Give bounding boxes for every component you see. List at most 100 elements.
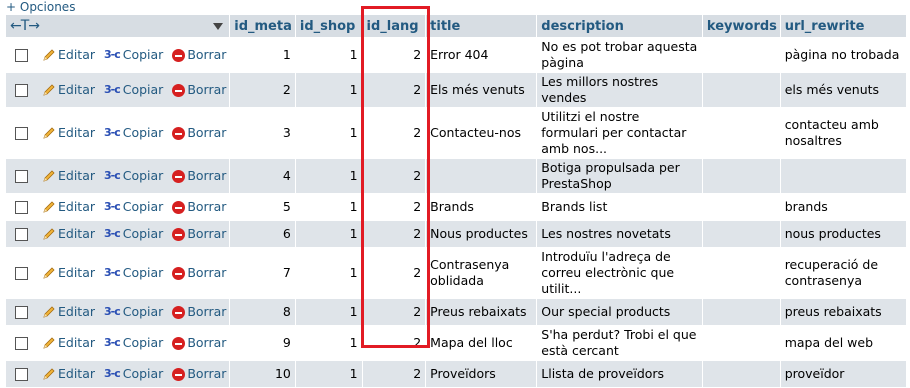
cell-id-lang[interactable]: 2 bbox=[362, 194, 426, 220]
cell-description[interactable]: No es pot trobar aquesta pàgina bbox=[537, 38, 702, 72]
edit-button[interactable]: Editar bbox=[42, 335, 99, 350]
cell-id-meta[interactable]: 6 bbox=[230, 221, 295, 247]
column-resize-control[interactable]: ←T→ bbox=[6, 15, 230, 37]
edit-button[interactable]: Editar bbox=[42, 226, 99, 241]
row-checkbox[interactable] bbox=[15, 266, 28, 280]
column-arrows-icon[interactable]: ←T→ bbox=[10, 18, 40, 34]
cell-id-meta[interactable]: 9 bbox=[230, 326, 295, 360]
sort-dropdown-icon[interactable] bbox=[213, 23, 224, 30]
cell-title[interactable]: Error 404 bbox=[426, 38, 537, 72]
cell-id-lang[interactable]: 2 bbox=[362, 159, 426, 193]
cell-url-rewrite[interactable]: mapa del web bbox=[780, 326, 906, 360]
cell-keywords[interactable] bbox=[702, 108, 780, 158]
delete-button[interactable]: Borrar bbox=[172, 304, 226, 319]
edit-button[interactable]: Editar bbox=[42, 125, 99, 140]
cell-description[interactable]: Utilitzi el nostre formulari per contact… bbox=[537, 108, 702, 158]
cell-url-rewrite[interactable]: nous productes bbox=[780, 221, 906, 247]
cell-id-lang[interactable]: 2 bbox=[362, 248, 426, 298]
edit-button[interactable]: Editar bbox=[42, 366, 99, 381]
cell-id-meta[interactable]: 7 bbox=[230, 248, 295, 298]
edit-button[interactable]: Editar bbox=[42, 304, 99, 319]
cell-id-shop[interactable]: 1 bbox=[295, 361, 362, 387]
options-link[interactable]: + Opciones bbox=[6, 0, 75, 14]
cell-keywords[interactable] bbox=[702, 221, 780, 247]
cell-url-rewrite[interactable]: recuperació de contrasenya bbox=[780, 248, 906, 298]
cell-description[interactable]: Botiga propulsada per PrestaShop bbox=[537, 159, 702, 193]
delete-button[interactable]: Borrar bbox=[172, 199, 226, 214]
cell-id-meta[interactable]: 3 bbox=[230, 108, 295, 158]
cell-title[interactable]: Contrasenya oblidada bbox=[426, 248, 537, 298]
row-checkbox[interactable] bbox=[15, 200, 28, 214]
delete-button[interactable]: Borrar bbox=[172, 47, 226, 62]
header-id-meta[interactable]: id_meta bbox=[230, 15, 295, 37]
copy-button[interactable]: 3-c Copiar bbox=[104, 304, 167, 319]
row-checkbox[interactable] bbox=[15, 367, 28, 381]
copy-button[interactable]: 3-c Copiar bbox=[104, 82, 167, 97]
row-checkbox[interactable] bbox=[15, 48, 28, 62]
cell-id-lang[interactable]: 2 bbox=[362, 326, 426, 360]
row-checkbox[interactable] bbox=[15, 126, 28, 140]
cell-id-meta[interactable]: 8 bbox=[230, 299, 295, 325]
cell-id-meta[interactable]: 10 bbox=[230, 361, 295, 387]
row-checkbox[interactable] bbox=[15, 336, 28, 350]
cell-title[interactable]: Contacteu-nos bbox=[426, 108, 537, 158]
cell-id-lang[interactable]: 2 bbox=[362, 73, 426, 107]
header-description[interactable]: description bbox=[537, 15, 702, 37]
header-url-rewrite[interactable]: url_rewrite bbox=[780, 15, 906, 37]
cell-keywords[interactable] bbox=[702, 38, 780, 72]
cell-id-shop[interactable]: 1 bbox=[295, 299, 362, 325]
cell-description[interactable]: Llista de proveïdors bbox=[537, 361, 702, 387]
cell-id-meta[interactable]: 4 bbox=[230, 159, 295, 193]
cell-id-meta[interactable]: 5 bbox=[230, 194, 295, 220]
edit-button[interactable]: Editar bbox=[42, 199, 99, 214]
cell-id-lang[interactable]: 2 bbox=[362, 38, 426, 72]
cell-id-lang[interactable]: 2 bbox=[362, 361, 426, 387]
edit-button[interactable]: Editar bbox=[42, 82, 99, 97]
cell-url-rewrite[interactable]: proveïdor bbox=[780, 361, 906, 387]
delete-button[interactable]: Borrar bbox=[172, 125, 226, 140]
cell-url-rewrite[interactable]: pàgina no trobada bbox=[780, 38, 906, 72]
copy-button[interactable]: 3-c Copiar bbox=[104, 335, 167, 350]
cell-keywords[interactable] bbox=[702, 361, 780, 387]
cell-id-shop[interactable]: 1 bbox=[295, 73, 362, 107]
row-checkbox[interactable] bbox=[15, 227, 28, 241]
cell-id-meta[interactable]: 2 bbox=[230, 73, 295, 107]
row-checkbox[interactable] bbox=[15, 169, 28, 183]
edit-button[interactable]: Editar bbox=[42, 47, 99, 62]
cell-id-lang[interactable]: 2 bbox=[362, 108, 426, 158]
cell-url-rewrite[interactable]: preus rebaixats bbox=[780, 299, 906, 325]
cell-title[interactable]: Proveïdors bbox=[426, 361, 537, 387]
cell-keywords[interactable] bbox=[702, 194, 780, 220]
cell-id-lang[interactable]: 2 bbox=[362, 221, 426, 247]
cell-url-rewrite[interactable] bbox=[780, 159, 906, 193]
copy-button[interactable]: 3-c Copiar bbox=[104, 199, 167, 214]
edit-button[interactable]: Editar bbox=[42, 168, 99, 183]
delete-button[interactable]: Borrar bbox=[172, 82, 226, 97]
cell-id-shop[interactable]: 1 bbox=[295, 108, 362, 158]
cell-keywords[interactable] bbox=[702, 326, 780, 360]
copy-button[interactable]: 3-c Copiar bbox=[104, 125, 167, 140]
delete-button[interactable]: Borrar bbox=[172, 366, 226, 381]
cell-description[interactable]: Our special products bbox=[537, 299, 702, 325]
copy-button[interactable]: 3-c Copiar bbox=[104, 47, 167, 62]
delete-button[interactable]: Borrar bbox=[172, 168, 226, 183]
cell-keywords[interactable] bbox=[702, 159, 780, 193]
cell-id-shop[interactable]: 1 bbox=[295, 194, 362, 220]
cell-id-shop[interactable]: 1 bbox=[295, 326, 362, 360]
header-keywords[interactable]: keywords bbox=[702, 15, 780, 37]
copy-button[interactable]: 3-c Copiar bbox=[104, 366, 167, 381]
copy-button[interactable]: 3-c Copiar bbox=[104, 265, 167, 280]
cell-id-lang[interactable]: 2 bbox=[362, 299, 426, 325]
cell-id-shop[interactable]: 1 bbox=[295, 221, 362, 247]
cell-keywords[interactable] bbox=[702, 299, 780, 325]
row-checkbox[interactable] bbox=[15, 305, 28, 319]
header-id-shop[interactable]: id_shop bbox=[295, 15, 362, 37]
copy-button[interactable]: 3-c Copiar bbox=[104, 168, 167, 183]
cell-description[interactable]: Brands list bbox=[537, 194, 702, 220]
cell-description[interactable]: Les nostres novetats bbox=[537, 221, 702, 247]
cell-url-rewrite[interactable]: brands bbox=[780, 194, 906, 220]
cell-url-rewrite[interactable]: els més venuts bbox=[780, 73, 906, 107]
cell-id-meta[interactable]: 1 bbox=[230, 38, 295, 72]
delete-button[interactable]: Borrar bbox=[172, 265, 226, 280]
cell-title[interactable]: Mapa del lloc bbox=[426, 326, 537, 360]
